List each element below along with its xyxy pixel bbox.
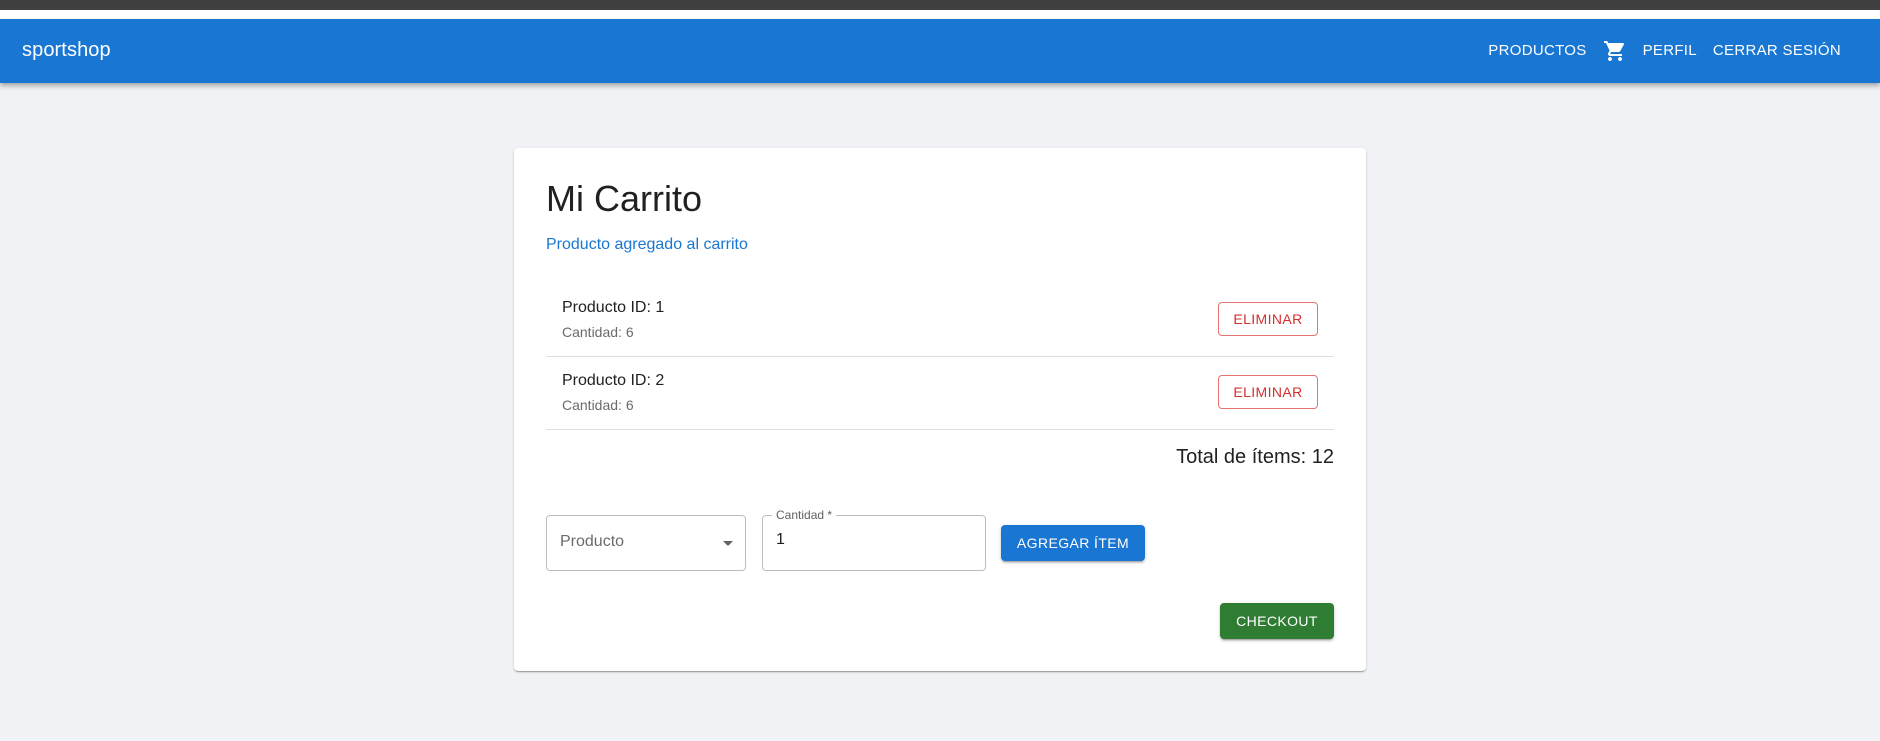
cart-total: Total de ítems: 12 bbox=[1176, 446, 1334, 468]
cart-card: Mi Carrito Producto agregado al carrito … bbox=[514, 148, 1366, 671]
cart-item: Producto ID: 1 Cantidad: 6 ELIMINAR bbox=[546, 284, 1334, 357]
arrow-drop-down-icon bbox=[723, 541, 733, 546]
remove-item-button[interactable]: ELIMINAR bbox=[1218, 302, 1318, 336]
cart-item-quantity: Cantidad: 6 bbox=[562, 397, 634, 413]
product-select-placeholder: Producto bbox=[560, 533, 625, 550]
top-gap bbox=[0, 10, 1880, 19]
shopping-cart-icon[interactable] bbox=[1595, 31, 1635, 71]
top-nav: PRODUCTOS PERFIL CERRAR SESIÓN bbox=[1480, 19, 1849, 83]
shopping-cart-icon-svg bbox=[1603, 41, 1624, 61]
quantity-field-label: Cantidad * bbox=[772, 508, 837, 522]
cart-item-list: Producto ID: 1 Cantidad: 6 ELIMINAR Prod… bbox=[546, 284, 1334, 430]
cart-item-product: Producto ID: 2 bbox=[562, 372, 665, 389]
quantity-input[interactable] bbox=[776, 531, 966, 549]
checkout-button[interactable]: CHECKOUT bbox=[1220, 603, 1334, 639]
add-item-button[interactable]: AGREGAR ÍTEM bbox=[1001, 525, 1145, 561]
cart-item-product: Producto ID: 1 bbox=[562, 299, 665, 316]
cart-item: Producto ID: 2 Cantidad: 6 ELIMINAR bbox=[546, 357, 1334, 430]
quantity-field: Cantidad * bbox=[762, 508, 986, 571]
remove-item-button[interactable]: ELIMINAR bbox=[1218, 375, 1318, 409]
nav-logout-button[interactable]: CERRAR SESIÓN bbox=[1705, 19, 1849, 83]
nav-profile-button[interactable]: PERFIL bbox=[1635, 19, 1705, 83]
cart-item-quantity: Cantidad: 6 bbox=[562, 324, 634, 340]
page-title: Mi Carrito bbox=[546, 178, 703, 219]
brand-logo[interactable]: sportshop bbox=[22, 39, 111, 62]
app-bar: sportshop PRODUCTOS PERFIL CERRAR SESIÓN bbox=[0, 19, 1880, 83]
status-message: Producto agregado al carrito bbox=[546, 236, 748, 253]
nav-products-button[interactable]: PRODUCTOS bbox=[1480, 19, 1594, 83]
product-select[interactable]: Producto bbox=[546, 515, 746, 571]
browser-top-strip bbox=[0, 0, 1880, 10]
